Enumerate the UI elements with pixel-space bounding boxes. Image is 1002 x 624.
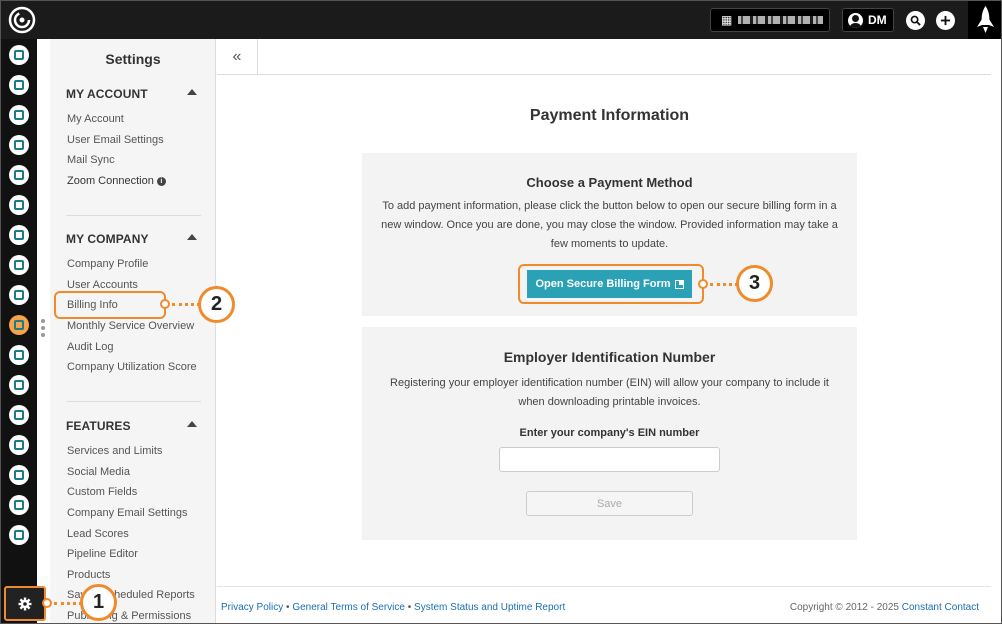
- megaphone-icon[interactable]: [9, 225, 29, 245]
- contacts-icon[interactable]: [9, 45, 29, 65]
- forms-icon[interactable]: [9, 255, 29, 275]
- card-description: To add payment information, please click…: [381, 200, 838, 250]
- sidebar-item-mail-sync[interactable]: Mail Sync: [67, 154, 115, 166]
- sidebar-item-company-profile[interactable]: Company Profile: [67, 258, 148, 270]
- users-icon[interactable]: [9, 375, 29, 395]
- app-logo-icon[interactable]: [7, 5, 37, 35]
- ein-input[interactable]: [499, 447, 720, 472]
- sidebar-item-monthly-service-overview[interactable]: Monthly Service Overview: [67, 320, 194, 332]
- launch-button[interactable]: [968, 1, 1001, 39]
- callout-anchor: [698, 279, 708, 289]
- callout-anchor: [160, 299, 170, 309]
- sidebar-item-products[interactable]: Products: [67, 569, 110, 581]
- constant-contact-link[interactable]: Constant Contact: [902, 602, 979, 613]
- sidebar-resize-handle[interactable]: [41, 319, 45, 343]
- settings-button[interactable]: [4, 586, 46, 621]
- sidebar-item-lead-scores[interactable]: Lead Scores: [67, 528, 129, 540]
- pipeline-icon[interactable]: [9, 165, 29, 185]
- callout-3: 3: [736, 265, 773, 302]
- card-description: Registering your employer identification…: [390, 377, 829, 408]
- info-icon[interactable]: i: [156, 177, 166, 186]
- app-window: ▦ DM Settings MY ACCOUNT My Account User…: [0, 0, 1002, 624]
- callout-2: 2: [198, 286, 235, 323]
- footer-links: Privacy Policy • General Terms of Servic…: [221, 602, 565, 613]
- building-icon: ▦: [721, 13, 733, 27]
- callout-connector: [54, 602, 82, 605]
- collapse-caret-icon[interactable]: [187, 234, 197, 240]
- system-status-link[interactable]: System Status and Uptime Report: [414, 602, 565, 613]
- section-my-account[interactable]: MY ACCOUNT: [66, 87, 148, 101]
- user-menu[interactable]: DM: [842, 8, 894, 32]
- email-icon[interactable]: [9, 75, 29, 95]
- save-button[interactable]: Save: [526, 491, 693, 516]
- footer: Privacy Policy • General Terms of Servic…: [217, 586, 991, 623]
- divider: [66, 215, 201, 216]
- chart-icon[interactable]: [9, 405, 29, 425]
- integrations-icon[interactable]: [9, 525, 29, 545]
- sidebar-item-zoom-connection[interactable]: Zoom Connection i: [67, 175, 166, 187]
- sidebar-item-label: Zoom Connection: [67, 175, 154, 187]
- collapse-caret-icon[interactable]: [187, 89, 197, 95]
- list-icon[interactable]: [9, 195, 29, 215]
- map-icon[interactable]: [9, 135, 29, 155]
- content-toolbar: «: [217, 39, 991, 75]
- page-title: Payment Information: [529, 107, 690, 124]
- sidebar-item-company-utilization-score[interactable]: Company Utilization Score: [67, 361, 197, 373]
- support-icon[interactable]: [9, 435, 29, 455]
- section-features[interactable]: FEATURES: [66, 419, 131, 433]
- settings-sidebar: Settings MY ACCOUNT My Account User Emai…: [50, 39, 216, 623]
- card-title: Choose a Payment Method: [526, 175, 693, 190]
- callout-anchor: [42, 598, 52, 608]
- search-button[interactable]: [906, 11, 925, 30]
- add-user-icon[interactable]: [9, 465, 29, 485]
- user-initials: DM: [868, 13, 887, 27]
- sidebar-item-custom-fields[interactable]: Custom Fields: [67, 486, 137, 498]
- sidebar-item-user-email-settings[interactable]: User Email Settings: [67, 134, 164, 146]
- billing-button-highlight: [518, 264, 704, 304]
- privacy-policy-link[interactable]: Privacy Policy: [221, 602, 283, 613]
- sidebar-item-pipeline-editor[interactable]: Pipeline Editor: [67, 548, 138, 560]
- callout-connector: [172, 303, 200, 306]
- calendar-icon[interactable]: [9, 315, 29, 335]
- separator: •: [286, 602, 290, 613]
- sidebar-item-social-media[interactable]: Social Media: [67, 466, 130, 478]
- copyright-text: Copyright © 2012 - 2025: [789, 602, 899, 613]
- gear-icon: [18, 597, 32, 610]
- top-bar: ▦ DM: [1, 1, 1001, 39]
- avatar-icon: [848, 12, 863, 28]
- module-rail: [1, 39, 37, 623]
- schedule-icon[interactable]: [9, 345, 29, 365]
- callout-1: 1: [80, 584, 117, 621]
- rocket-icon: [977, 6, 994, 33]
- search-icon: [910, 15, 921, 26]
- account-switcher[interactable]: ▦: [710, 8, 830, 32]
- separator: •: [407, 602, 412, 613]
- sidebar-item-company-email-settings[interactable]: Company Email Settings: [67, 507, 187, 519]
- collapse-sidebar-button[interactable]: «: [217, 39, 258, 75]
- reports-icon[interactable]: [9, 495, 29, 515]
- billing-info-highlight: [54, 291, 166, 319]
- ein-label: Enter your company's EIN number: [519, 427, 700, 439]
- masked-account-name: [738, 16, 824, 24]
- sidebar-item-user-accounts[interactable]: User Accounts: [67, 279, 138, 291]
- copyright: Copyright © 2012 - 2025 Constant Contact: [790, 602, 979, 613]
- scrollbar[interactable]: [991, 39, 1001, 623]
- terms-of-service-link[interactable]: General Terms of Service: [292, 602, 405, 613]
- sidebar-item-services-and-limits[interactable]: Services and Limits: [67, 445, 162, 457]
- sidebar-item-audit-log[interactable]: Audit Log: [67, 341, 113, 353]
- card-title: Employer Identification Number: [503, 349, 716, 365]
- section-my-company[interactable]: MY COMPANY: [66, 232, 149, 246]
- sidebar-title: Settings: [105, 51, 161, 67]
- double-chevron-left-icon: «: [232, 48, 242, 65]
- collapse-caret-icon[interactable]: [187, 421, 197, 427]
- divider: [66, 401, 201, 402]
- plus-icon: [940, 15, 951, 26]
- thumbs-up-icon[interactable]: [9, 285, 29, 305]
- add-button[interactable]: [936, 11, 955, 30]
- callout-connector: [710, 283, 738, 286]
